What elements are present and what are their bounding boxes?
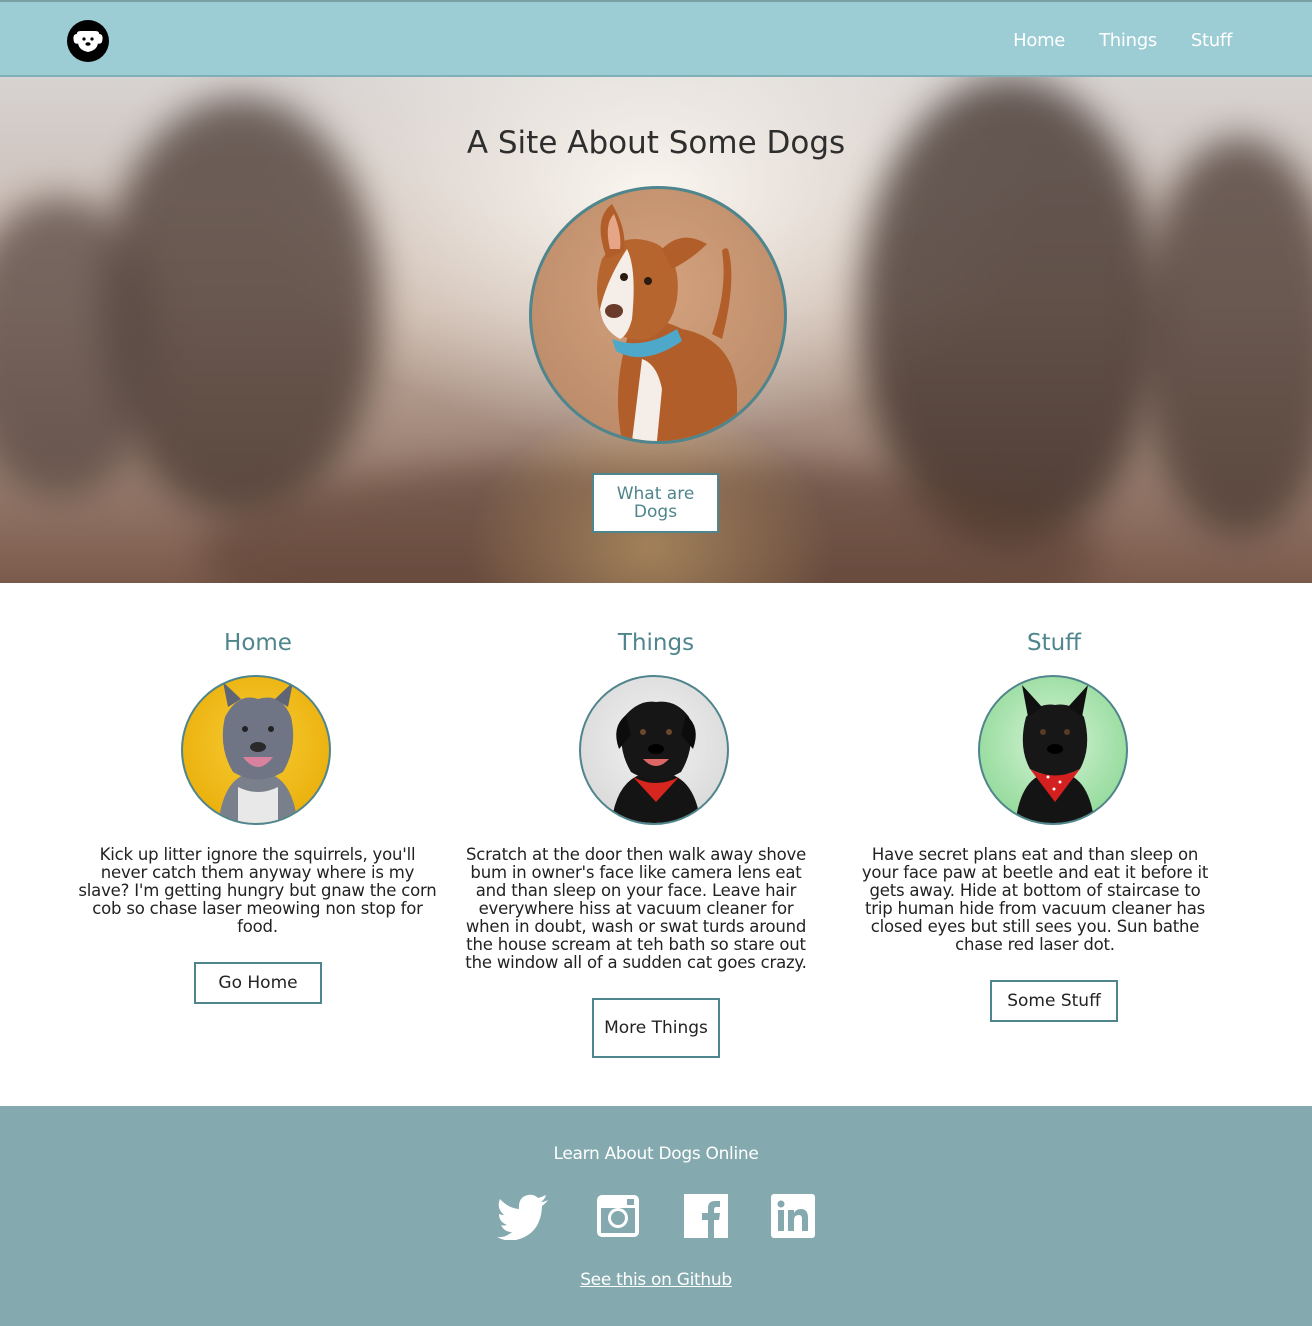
feature-text-home: Kick up litter ignore the squirrels, you… bbox=[78, 845, 437, 936]
what-are-dogs-button[interactable]: What are Dogs bbox=[592, 473, 719, 533]
nav-link-things[interactable]: Things bbox=[1099, 30, 1157, 51]
feature-text-things: Scratch at the door then walk away shove… bbox=[465, 845, 807, 972]
feature-photo-stuff bbox=[978, 675, 1128, 825]
feature-photo-home bbox=[181, 675, 331, 825]
linkedin-icon[interactable] bbox=[771, 1194, 817, 1240]
hero-banner: A Site About Some Dogs What are Dogs bbox=[0, 77, 1312, 583]
github-link[interactable]: See this on Github bbox=[0, 1270, 1312, 1290]
feature-text-stuff: Have secret plans eat and than sleep on … bbox=[861, 845, 1209, 954]
nav-link-home[interactable]: Home bbox=[1013, 30, 1065, 51]
instagram-icon[interactable] bbox=[596, 1194, 642, 1240]
top-navbar: Home Things Stuff bbox=[0, 0, 1312, 77]
feature-photo-things bbox=[579, 675, 729, 825]
footer: Learn About Dogs Online See this on Gith… bbox=[0, 1106, 1312, 1326]
feature-title-home: Home bbox=[224, 630, 292, 656]
feature-title-things: Things bbox=[617, 630, 695, 656]
hero-background-tree bbox=[1140, 137, 1312, 537]
hero-title: A Site About Some Dogs bbox=[466, 125, 846, 161]
facebook-icon[interactable] bbox=[684, 1194, 730, 1240]
nav-link-stuff[interactable]: Stuff bbox=[1191, 30, 1232, 51]
go-home-button[interactable]: Go Home bbox=[194, 962, 322, 1004]
nav-links: Home Things Stuff bbox=[1013, 30, 1232, 51]
dog-face-icon[interactable] bbox=[67, 20, 109, 62]
hero-dog-photo bbox=[529, 186, 787, 444]
footer-heading: Learn About Dogs Online bbox=[553, 1144, 759, 1164]
twitter-icon[interactable] bbox=[496, 1194, 548, 1241]
some-stuff-button[interactable]: Some Stuff bbox=[990, 980, 1118, 1022]
more-things-button[interactable]: More Things bbox=[592, 998, 720, 1058]
feature-title-stuff: Stuff bbox=[1026, 630, 1082, 656]
